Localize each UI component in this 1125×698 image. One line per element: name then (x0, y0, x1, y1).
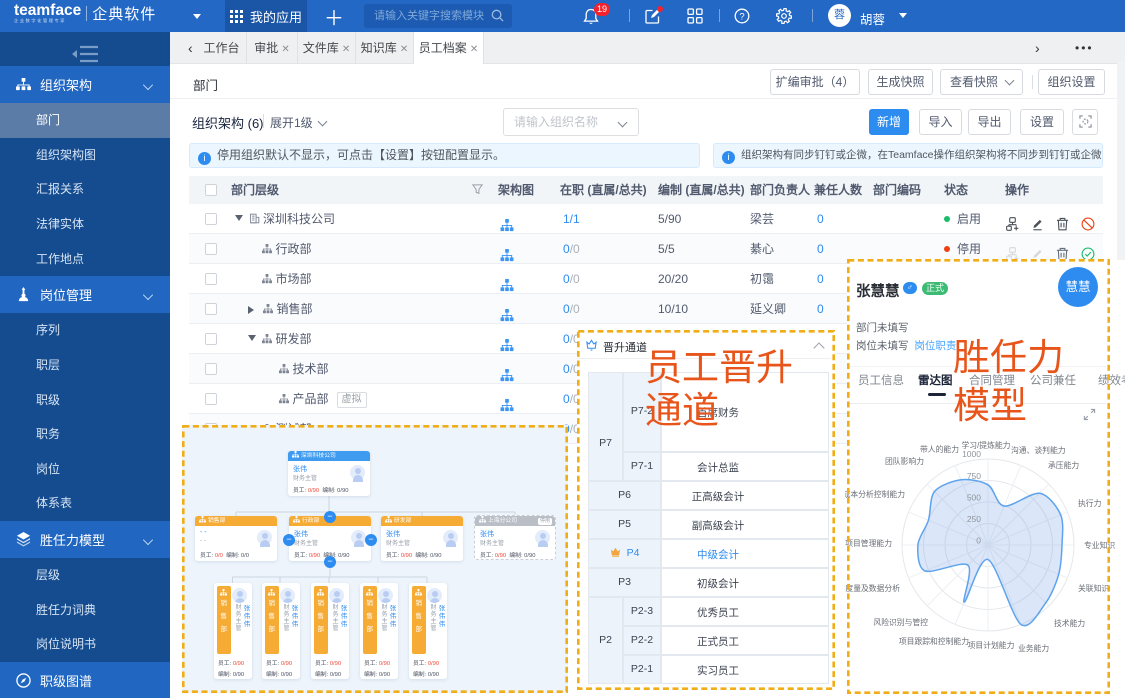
svg-text:沟通、谈判能力: 沟通、谈判能力 (1011, 445, 1066, 455)
svg-text:技术能力: 技术能力 (1054, 618, 1085, 628)
svg-text:风险识别与管控: 风险识别与管控 (873, 617, 928, 627)
svg-text:执行力: 执行力 (1078, 498, 1102, 508)
svg-text:?: ? (739, 11, 744, 22)
svg-text:1000: 1000 (962, 449, 981, 459)
svg-text:250: 250 (967, 514, 981, 524)
svg-text:成本分析控制能力: 成本分析控制能力 (845, 489, 905, 499)
svg-text:750: 750 (967, 471, 981, 481)
svg-text:带人的能力: 带人的能力 (920, 444, 959, 454)
svg-text:关联知识: 关联知识 (1078, 583, 1109, 593)
svg-text:业务能力: 业务能力 (1018, 643, 1049, 653)
svg-text:项目跟踪和控制能力: 项目跟踪和控制能力 (899, 636, 969, 646)
svg-text:500: 500 (967, 493, 981, 503)
svg-text:0: 0 (976, 536, 981, 546)
svg-text:承压能力: 承压能力 (1048, 460, 1079, 470)
svg-text:度量及数据分析: 度量及数据分析 (845, 583, 900, 593)
svg-text:专业知识: 专业知识 (1084, 540, 1115, 550)
svg-text:团队影响力: 团队影响力 (885, 456, 924, 466)
svg-text:项目计划能力: 项目计划能力 (968, 640, 1015, 650)
svg-text:建项目管理能力: 建项目管理能力 (845, 538, 892, 548)
